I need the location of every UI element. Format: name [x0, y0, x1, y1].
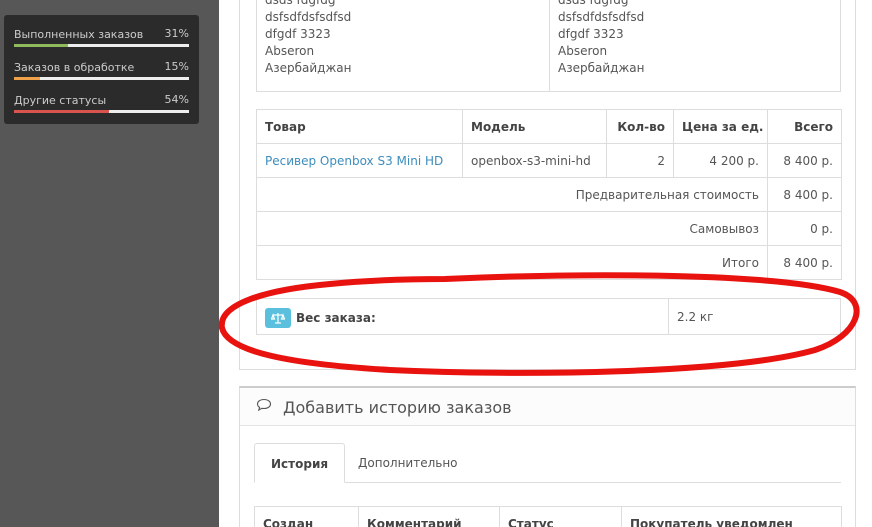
stat-progress-fill — [14, 44, 69, 47]
order-weight-row: Вес заказа: 2.2 кг — [256, 298, 841, 335]
column-divider — [549, 0, 550, 91]
address-line: dsds fdgfdg — [265, 0, 336, 7]
column-divider — [668, 299, 669, 334]
stat-processing: Заказов в обработке 15% — [14, 48, 189, 81]
stat-progress-bar — [14, 77, 189, 80]
main-content: dsds fdgfdg dsfsdfdsfsdfsd dfgdf 3323 Ab… — [219, 0, 872, 527]
stat-label: Другие статусы — [14, 94, 107, 107]
address-line: Abseron — [265, 44, 315, 58]
col-header-product: Товар — [256, 109, 463, 144]
stat-progress-bar — [14, 44, 189, 47]
product-qty: 2 — [606, 143, 674, 178]
table-header-row: Товар Модель Кол-во Цена за ед. Всего — [256, 109, 842, 144]
stat-progress-bar — [14, 110, 189, 113]
shipping-value: 0 р. — [767, 211, 842, 246]
product-link[interactable]: Ресивер Openbox S3 Mini HD — [265, 154, 443, 168]
tab-history[interactable]: История — [254, 443, 346, 483]
shipping-label: Самовывоз — [256, 211, 768, 246]
panel-title: Добавить историю заказов — [283, 398, 512, 417]
stat-label: Выполненных заказов — [14, 28, 144, 41]
payment-address: dsds fdgfdg dsfsdfdsfsdfsd dfgdf 3323 Ab… — [265, 0, 351, 77]
address-line: dfgdf 3323 — [265, 27, 331, 41]
subtotal-value: 8 400 р. — [767, 177, 842, 212]
order-stats-widget: Выполненных заказов 31% Заказов в обрабо… — [4, 15, 199, 124]
col-header-created: Создан — [254, 506, 359, 527]
products-table: Товар Модель Кол-во Цена за ед. Всего Ре… — [256, 109, 842, 280]
col-header-model: Модель — [462, 109, 607, 144]
address-line: dsfsdfdsfsdfsd — [265, 10, 352, 24]
col-header-qty: Кол-во — [606, 109, 674, 144]
panel-heading: Добавить историю заказов — [240, 388, 855, 426]
stat-percent: 54% — [164, 93, 189, 106]
comment-icon — [256, 398, 272, 416]
col-header-price: Цена за ед. — [673, 109, 768, 144]
stat-percent: 31% — [164, 27, 189, 40]
order-weight-label-group: Вес заказа: — [265, 308, 376, 328]
sidebar: Выполненных заказов 31% Заказов в обрабо… — [0, 0, 219, 527]
order-weight-value: 2.2 кг — [677, 310, 714, 324]
total-label: Итого — [256, 245, 768, 280]
product-model: openbox-s3-mini-hd — [462, 143, 607, 178]
address-line: Азербайджан — [265, 61, 352, 75]
stat-progress-fill — [14, 77, 41, 80]
history-table: Создан Комментарий Статус Покупатель уве… — [254, 506, 842, 527]
order-details-panel: dsds fdgfdg dsfsdfdsfsdfsd dfgdf 3323 Ab… — [239, 0, 856, 370]
col-header-total: Всего — [767, 109, 842, 144]
col-header-status: Статус — [499, 506, 622, 527]
subtotal-row: Предварительная стоимость 8 400 р. — [256, 177, 842, 212]
balance-scale-icon — [265, 308, 291, 328]
shipping-row: Самовывоз 0 р. — [256, 211, 842, 246]
address-line: dfgdf 3323 — [558, 27, 624, 41]
tab-additional[interactable]: Дополнительно — [342, 443, 474, 483]
total-row: Итого 8 400 р. — [256, 245, 842, 280]
total-value: 8 400 р. — [767, 245, 842, 280]
subtotal-label: Предварительная стоимость — [256, 177, 768, 212]
product-total: 8 400 р. — [767, 143, 842, 178]
stat-completed: Выполненных заказов 31% — [14, 15, 189, 48]
address-line: Азербайджан — [558, 61, 645, 75]
order-weight-label: Вес заказа: — [296, 311, 376, 325]
address-line: Abseron — [558, 44, 608, 58]
add-history-panel: Добавить историю заказов История Дополни… — [239, 386, 856, 527]
address-table: dsds fdgfdg dsfsdfdsfsdfsd dfgdf 3323 Ab… — [256, 0, 841, 92]
history-tabs: История Дополнительно — [254, 443, 841, 483]
table-header-row: Создан Комментарий Статус Покупатель уве… — [254, 506, 842, 527]
shipping-address: dsds fdgfdg dsfsdfdsfsdfsd dfgdf 3323 Ab… — [558, 0, 644, 77]
col-header-comment: Комментарий — [358, 506, 500, 527]
col-header-notified: Покупатель уведомлен — [621, 506, 842, 527]
table-row: Ресивер Openbox S3 Mini HD openbox-s3-mi… — [256, 143, 842, 178]
address-line: dsds fdgfdg — [558, 0, 629, 7]
stat-other: Другие статусы 54% — [14, 81, 189, 114]
product-price: 4 200 р. — [673, 143, 768, 178]
address-line: dsfsdfdsfsdfsd — [558, 10, 645, 24]
stat-percent: 15% — [164, 60, 189, 73]
stat-progress-fill — [14, 110, 109, 113]
stat-label: Заказов в обработке — [14, 61, 135, 74]
